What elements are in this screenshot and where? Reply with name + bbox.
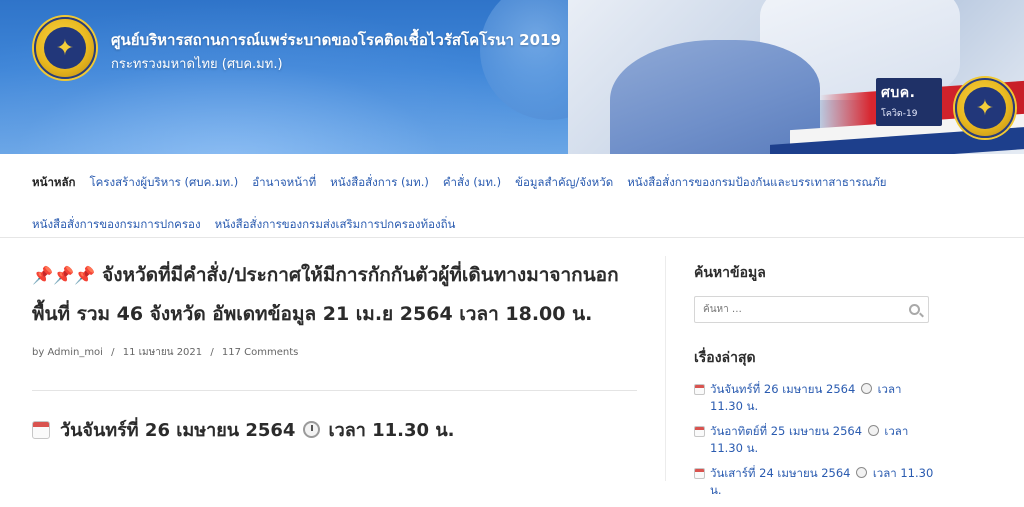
recent-post-link[interactable]: วันเสาร์ที่ 24 เมษายน 2564 เวลา 11.30 น. [710,465,934,499]
nav-item[interactable]: หนังสือสั่งการของกรมป้องกันและบรรเทาสาธา… [627,174,886,192]
post-comments-link[interactable]: 117 Comments [222,347,298,358]
clock-icon [856,467,868,478]
ministry-logo[interactable]: ✦ [34,17,96,79]
recent-post-date: วันจันทร์ที่ 26 เมษายน 2564 [710,382,856,396]
nav-item[interactable]: อำนาจหน้าที่ [252,174,316,192]
nav-item[interactable]: หน้าหลัก [32,174,76,192]
post-meta: by Admin_moi / 11 เมษายน 2021 / 117 Comm… [32,345,637,360]
calendar-icon [694,426,705,437]
badge-subtitle: โควิด-19 [881,109,918,119]
search-input[interactable] [703,304,909,315]
main-navigation: หน้าหลัก โครงสร้างผู้บริหาร (ศบค.มท.) อำนา… [0,154,1024,238]
site-title[interactable]: ศูนย์บริหารสถานการณ์แพร่ระบาดของโรคติดเช… [111,28,561,52]
recent-post-item[interactable]: วันอาทิตย์ที่ 25 เมษายน 2564 เวลา 11.30 … [694,423,934,457]
meta-separator: / [210,347,214,358]
nav-item[interactable]: ข้อมูลสำคัญ/จังหวัด [515,174,613,192]
calendar-icon [694,384,705,395]
badge-title: ศบค. [881,85,916,101]
pushpin-icon: 📌📌📌 [32,266,96,286]
clock-icon [867,425,879,436]
search-icon[interactable] [909,304,920,315]
nav-row-1: หน้าหลัก โครงสร้างผู้บริหาร (ศบค.มท.) อำนา… [32,168,1024,198]
nav-row-2: หนังสือสั่งการของกรมการปกครอง หนังสือสั่ง… [32,210,1024,240]
post-date-link[interactable]: 11 เมษายน 2021 [123,347,202,358]
search-widget-title: ค้นหาข้อมูล [694,265,766,281]
site-header: ✦ ศูนย์บริหารสถานการณ์แพร่ระบาดของโรคติด… [0,0,1024,154]
clock-icon [303,421,321,438]
content-sidebar-divider [665,256,666,481]
nav-item[interactable]: หนังสือสั่งการของกรมส่งเสริมการปกครองท้อ… [215,216,456,234]
sidebar: ค้นหาข้อมูล เรื่องล่าสุด วันจันทร์ที่ 26… [694,262,934,507]
subheading-time: เวลา 11.30 น. [328,420,455,441]
post-subheading: วันจันทร์ที่ 26 เมษายน 2564 เวลา 11.30 น… [32,415,637,444]
nav-item[interactable]: หนังสือสั่งการของกรมการปกครอง [32,216,201,234]
recent-post-item[interactable]: วันเสาร์ที่ 24 เมษายน 2564 เวลา 11.30 น. [694,465,934,499]
recent-post-date: วันอาทิตย์ที่ 25 เมษายน 2564 [710,424,863,438]
subheading-date: วันจันทร์ที่ 26 เมษายน 2564 [60,420,296,441]
recent-posts-title: เรื่องล่าสุด [694,350,756,366]
meta-separator: / [111,347,115,358]
recent-post-link[interactable]: วันจันทร์ที่ 26 เมษายน 2564 เวลา 11.30 น… [710,381,934,415]
recent-post-date: วันเสาร์ที่ 24 เมษายน 2564 [710,466,851,480]
recent-posts-list: วันจันทร์ที่ 26 เมษายน 2564 เวลา 11.30 น… [694,381,934,499]
spbk-covid-badge: ศบค. โควิด-19 [876,78,942,126]
post-divider [32,390,637,391]
post-title-text[interactable]: จังหวัดที่มีคำสั่ง/ประกาศให้มีการกักกันต… [32,264,619,325]
recent-post-link[interactable]: วันอาทิตย์ที่ 25 เมษายน 2564 เวลา 11.30 … [710,423,934,457]
calendar-icon [32,420,50,439]
ministry-emblem-icon: ✦ [964,87,1006,129]
clock-icon [860,383,872,394]
banner-photo-arm [610,40,820,154]
nav-item[interactable]: โครงสร้างผู้บริหาร (ศบค.มท.) [90,174,239,192]
ministry-logo-right: ✦ [955,78,1015,138]
site-subtitle: กระทรวงมหาดไทย (ศบค.มท.) [111,57,283,72]
post-author-link[interactable]: by Admin_moi [32,347,103,358]
ministry-emblem-icon: ✦ [44,27,86,69]
main-content: 📌📌📌 จังหวัดที่มีคำสั่ง/ประกาศให้มีการกัก… [32,256,637,444]
nav-item[interactable]: คำสั่ง (มท.) [443,174,501,192]
recent-post-item[interactable]: วันจันทร์ที่ 26 เมษายน 2564 เวลา 11.30 น… [694,381,934,415]
nav-item[interactable]: หนังสือสั่งการ (มท.) [330,174,429,192]
search-form [694,296,929,323]
post-title[interactable]: 📌📌📌 จังหวัดที่มีคำสั่ง/ประกาศให้มีการกัก… [32,256,637,333]
calendar-icon [694,468,705,479]
